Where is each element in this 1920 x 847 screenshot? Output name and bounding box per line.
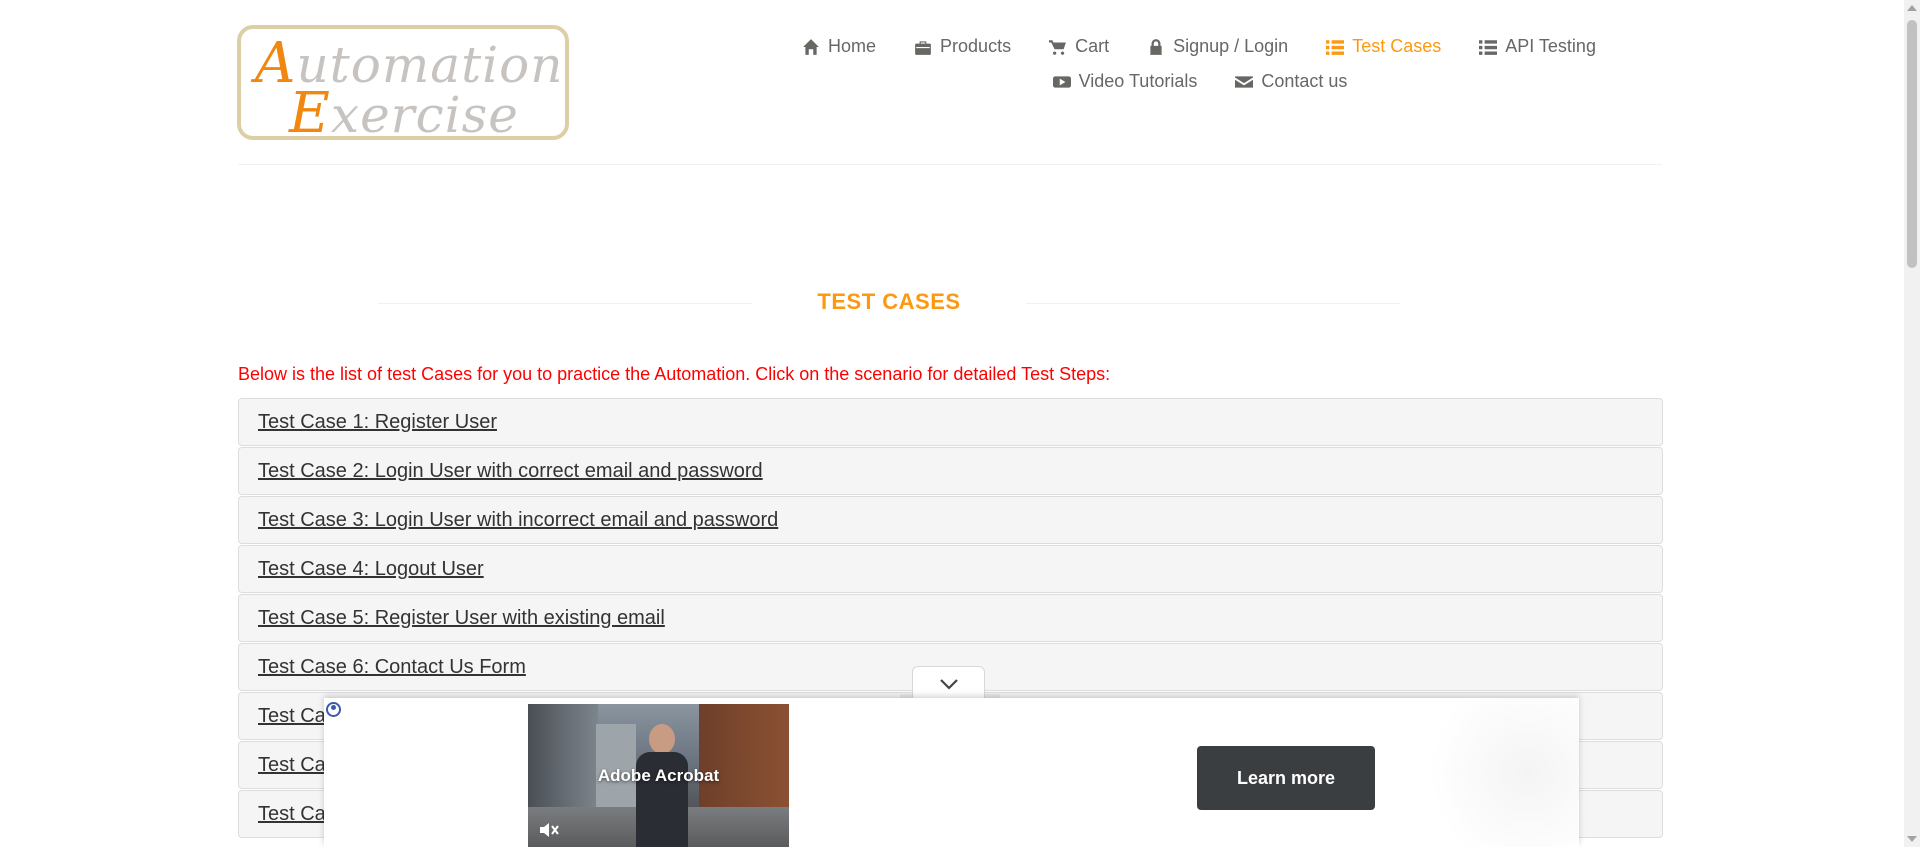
home-icon <box>803 38 819 55</box>
nav-contact-us-label: Contact us <box>1261 71 1348 91</box>
section-title-wrap: TEST CASES <box>378 289 1400 317</box>
nav-home[interactable]: Home <box>802 36 876 57</box>
nav-row-2: Video Tutorials Contact us <box>700 71 1700 92</box>
logo-text-2: xercise <box>330 86 519 144</box>
test-case-row: Test Case 3: Login User with incorrect e… <box>238 496 1663 544</box>
test-case-link[interactable]: Test Case 6: Contact Us Form <box>258 656 526 679</box>
scroll-down-arrow-icon[interactable] <box>1907 836 1917 842</box>
test-case-row: Test Case 1: Register User <box>238 398 1663 446</box>
test-case-link[interactable]: Test Ca <box>258 705 326 728</box>
cart-icon <box>1049 39 1066 55</box>
site-logo[interactable]: Automation Exercise <box>237 25 569 146</box>
intro-text: Below is the list of test Cases for you … <box>238 364 1111 384</box>
lock-icon <box>1150 38 1162 55</box>
nav-products-label: Products <box>940 36 1012 56</box>
main-nav: Home Products Cart Signup / Login Test C… <box>700 36 1700 92</box>
scroll-thumb[interactable] <box>1907 20 1917 268</box>
briefcase-icon <box>915 40 931 55</box>
nav-cart-label: Cart <box>1075 36 1110 56</box>
test-case-link[interactable]: Test Ca <box>258 754 326 777</box>
test-case-row: Test Case 5: Register User with existing… <box>238 594 1663 642</box>
list-icon <box>1326 39 1345 55</box>
nav-products[interactable]: Products <box>914 36 1011 57</box>
ad-video-person-head <box>649 724 675 754</box>
page-title: TEST CASES <box>817 289 961 314</box>
ad-collapse-button[interactable] <box>912 666 985 700</box>
nav-cart[interactable]: Cart <box>1049 36 1109 57</box>
test-case-link[interactable]: Test Ca <box>258 803 326 826</box>
nav-api-testing-label: API Testing <box>1505 36 1596 56</box>
envelope-icon <box>1235 75 1254 88</box>
nav-signup-login[interactable]: Signup / Login <box>1147 36 1288 57</box>
test-case-link[interactable]: Test Case 4: Logout User <box>258 558 484 581</box>
test-case-link[interactable]: Test Case 5: Register User with existing… <box>258 607 665 630</box>
test-case-link[interactable]: Test Case 2: Login User with correct ema… <box>258 460 763 483</box>
logo-line-2: Exercise <box>289 81 519 146</box>
logo-cap-e: E <box>289 81 331 146</box>
ad-banner: Adobe Acrobat Learn more <box>324 698 1579 847</box>
chevron-down-icon <box>939 678 958 690</box>
ad-info-icon[interactable] <box>326 702 341 717</box>
ad-brand-name: Adobe Acrobat <box>597 766 720 785</box>
test-case-link[interactable]: Test Case 1: Register User <box>258 411 497 434</box>
nav-signup-login-label: Signup / Login <box>1173 36 1289 56</box>
list-icon <box>1479 39 1498 55</box>
test-case-link[interactable]: Test Case 3: Login User with incorrect e… <box>258 509 778 532</box>
nav-test-cases-label: Test Cases <box>1352 36 1442 56</box>
nav-api-testing[interactable]: API Testing <box>1479 36 1596 57</box>
page-scrollbar[interactable] <box>1904 0 1920 847</box>
nav-video-tutorials-label: Video Tutorials <box>1078 71 1198 91</box>
nav-contact-us[interactable]: Contact us <box>1235 71 1347 92</box>
nav-home-label: Home <box>828 36 877 56</box>
nav-row-1: Home Products Cart Signup / Login Test C… <box>698 36 1700 57</box>
test-case-row: Test Case 4: Logout User <box>238 545 1663 593</box>
ad-background <box>1409 698 1579 847</box>
test-case-row: Test Case 2: Login User with correct ema… <box>238 447 1663 495</box>
nav-test-cases[interactable]: Test Cases <box>1326 36 1441 57</box>
header-divider <box>238 164 1662 165</box>
mute-icon[interactable] <box>538 821 560 839</box>
scroll-up-arrow-icon[interactable] <box>1907 5 1917 11</box>
nav-video-tutorials[interactable]: Video Tutorials <box>1052 71 1198 92</box>
youtube-play-icon <box>1052 75 1071 88</box>
learn-more-button[interactable]: Learn more <box>1197 746 1375 810</box>
ad-video[interactable]: Adobe Acrobat <box>528 704 789 847</box>
